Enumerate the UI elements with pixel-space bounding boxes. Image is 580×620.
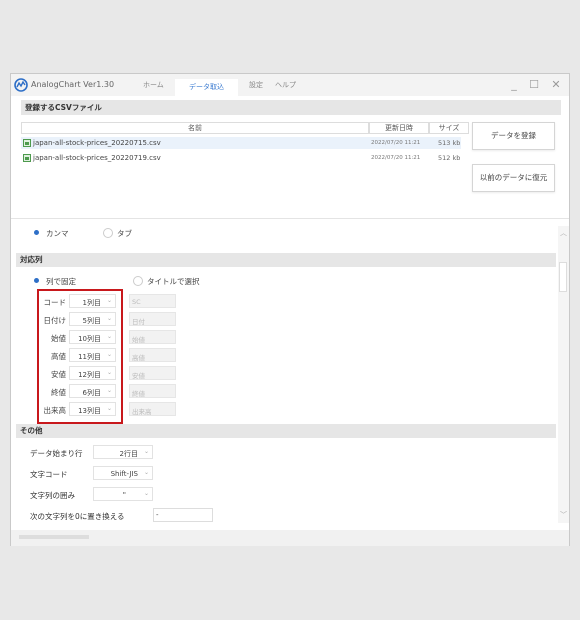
file-size: 513 kb	[438, 139, 461, 147]
title-field-date[interactable]: 日付	[129, 312, 176, 326]
app-title: AnalogChart Ver1.30	[31, 80, 115, 89]
csv-section-title: 登録するCSVファイル	[21, 100, 561, 115]
analogchart-logo-icon	[14, 78, 28, 92]
dropdown-value: "	[122, 491, 126, 499]
title-field-open[interactable]: 始値	[129, 330, 176, 344]
tab-settings[interactable]: 設定	[249, 80, 263, 90]
replace-input[interactable]: -	[153, 508, 213, 522]
close-button[interactable]: ✕	[549, 78, 563, 91]
title-field-low[interactable]: 安値	[129, 366, 176, 380]
title-field-high[interactable]: 高値	[129, 348, 176, 362]
radio-tab-label: タブ	[117, 229, 132, 238]
register-data-button[interactable]: データを登録	[472, 122, 555, 150]
radio-fixed-column-label: 列で固定	[46, 277, 76, 286]
maximize-button[interactable]: ☐	[527, 78, 541, 91]
file-date: 2022/07/20 11:21	[371, 140, 421, 146]
app-window: AnalogChart Ver1.30 ホーム データ取込 設定 ヘルプ _ ☐…	[10, 73, 570, 546]
file-row[interactable]: japan-all-stock-prices_20220715.csv 2022…	[21, 137, 461, 149]
csv-file-icon	[23, 154, 31, 162]
tab-home[interactable]: ホーム	[143, 80, 164, 90]
radio-selected-icon	[34, 230, 39, 235]
divider	[11, 218, 569, 219]
quote-label: 文字列の囲み	[30, 491, 75, 500]
radio-unselected-icon	[103, 228, 113, 238]
csv-file-icon	[23, 139, 31, 147]
tab-data-import[interactable]: データ取込	[175, 79, 238, 96]
scrollbar-thumb[interactable]	[19, 535, 89, 539]
file-name: japan-all-stock-prices_20220719.csv	[33, 154, 161, 162]
vertical-scrollbar[interactable]: ︿ ﹀	[558, 226, 569, 523]
radio-comma-label: カンマ	[46, 229, 69, 238]
chevron-down-icon: ⌄	[143, 448, 149, 455]
quote-dropdown[interactable]: " ⌄	[93, 487, 153, 501]
radio-select-by-title-label: タイトルで選択	[147, 277, 200, 286]
scroll-up-icon[interactable]: ︿	[558, 228, 569, 238]
minimize-button[interactable]: _	[507, 78, 521, 91]
encoding-dropdown[interactable]: Shift-JIS ⌄	[93, 466, 153, 480]
highlight-box	[37, 289, 123, 424]
title-bar: AnalogChart Ver1.30 ホーム データ取込 設定 ヘルプ _ ☐…	[11, 74, 569, 96]
column-header-date[interactable]: 更新日時	[369, 122, 429, 134]
replace-label: 次の文字列を0に置き換える	[30, 512, 125, 521]
csv-file-list: 名前 更新日時 サイズ japan-all-stock-prices_20220…	[21, 122, 469, 217]
title-field-close[interactable]: 終値	[129, 384, 176, 398]
other-section-title: その他	[16, 424, 556, 438]
scrollbar-thumb[interactable]	[559, 262, 567, 292]
file-name: japan-all-stock-prices_20220715.csv	[33, 139, 161, 147]
chevron-down-icon: ⌄	[143, 490, 149, 497]
scroll-down-icon[interactable]: ﹀	[558, 510, 569, 520]
horizontal-scrollbar[interactable]	[11, 530, 569, 546]
restore-data-button[interactable]: 以前のデータに復元	[472, 164, 555, 192]
column-mapping-title: 対応列	[16, 253, 556, 267]
column-header-name[interactable]: 名前	[21, 122, 369, 134]
column-header-size[interactable]: サイズ	[429, 122, 469, 134]
start-row-label: データ始まり行	[30, 449, 83, 458]
dropdown-value: 2行目	[119, 450, 138, 458]
title-field-volume[interactable]: 出来高	[129, 402, 176, 416]
file-size: 512 kb	[438, 154, 461, 162]
tab-help[interactable]: ヘルプ	[275, 80, 296, 90]
file-date: 2022/07/20 11:21	[371, 155, 421, 161]
title-field-code[interactable]: SC	[129, 294, 176, 308]
radio-unselected-icon	[133, 276, 143, 286]
encoding-label: 文字コード	[30, 470, 68, 479]
chevron-down-icon: ⌄	[143, 469, 149, 476]
file-row[interactable]: japan-all-stock-prices_20220719.csv 2022…	[21, 152, 461, 164]
dropdown-value: Shift-JIS	[110, 470, 138, 478]
start-row-dropdown[interactable]: 2行目 ⌄	[93, 445, 153, 459]
radio-selected-icon	[34, 278, 39, 283]
